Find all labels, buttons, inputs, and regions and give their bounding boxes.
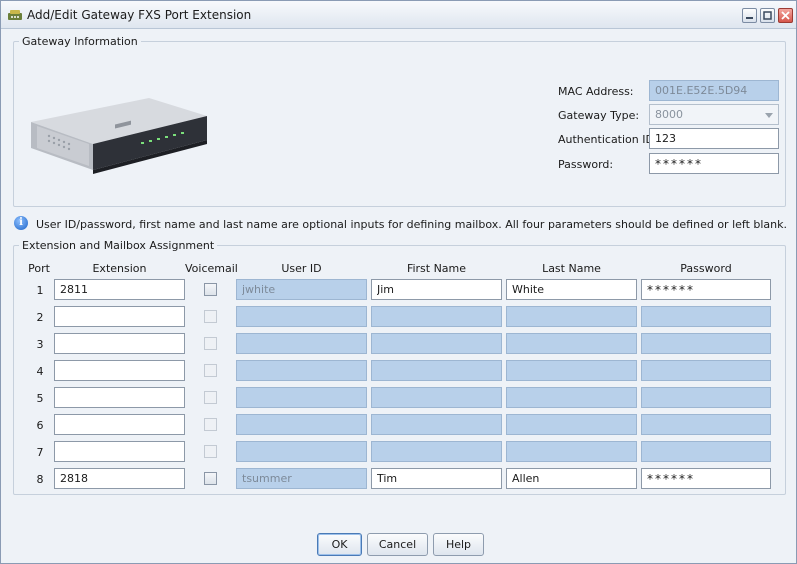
extension-field[interactable] xyxy=(54,414,185,435)
first-name-field xyxy=(371,333,502,354)
close-button[interactable] xyxy=(778,8,793,23)
help-button[interactable]: Help xyxy=(433,533,484,556)
title-bar[interactable]: Add/Edit Gateway FXS Port Extension xyxy=(1,1,796,29)
user-id-field xyxy=(236,279,367,300)
voicemail-checkbox xyxy=(204,418,217,431)
first-name-field xyxy=(371,387,502,408)
mac-address-field xyxy=(649,80,779,101)
close-icon xyxy=(781,11,790,20)
authentication-id-field[interactable] xyxy=(649,128,779,149)
minimize-button[interactable] xyxy=(742,8,757,23)
mailbox-password-field xyxy=(641,414,771,435)
extension-field[interactable] xyxy=(54,360,185,381)
last-name-field xyxy=(506,306,637,327)
maximize-icon xyxy=(763,11,772,20)
last-name-field[interactable] xyxy=(506,468,637,489)
column-header-extension: Extension xyxy=(92,262,147,275)
first-name-field xyxy=(371,306,502,327)
last-name-field[interactable] xyxy=(506,279,637,300)
port-number: 6 xyxy=(36,419,44,432)
column-header-first-name: First Name xyxy=(406,262,467,275)
mailbox-password-field[interactable] xyxy=(641,468,771,489)
window-title: Add/Edit Gateway FXS Port Extension xyxy=(27,8,252,22)
user-id-field xyxy=(236,360,367,381)
mailbox-password-field xyxy=(641,360,771,381)
gateway-type-select: 8000 xyxy=(649,104,779,125)
voicemail-checkbox xyxy=(204,391,217,404)
mailbox-password-field[interactable] xyxy=(641,279,771,300)
voicemail-checkbox xyxy=(204,337,217,350)
minimize-icon xyxy=(746,17,753,19)
first-name-field[interactable] xyxy=(371,468,502,489)
info-icon: i xyxy=(14,216,28,230)
last-name-field xyxy=(506,441,637,462)
gateway-type-value: 8000 xyxy=(655,108,683,121)
voicemail-checkbox xyxy=(204,310,217,323)
cancel-button[interactable]: Cancel xyxy=(367,533,428,556)
user-id-field xyxy=(236,306,367,327)
first-name-field xyxy=(371,360,502,381)
port-number: 7 xyxy=(36,446,44,459)
gateway-information-legend: Gateway Information xyxy=(19,35,141,48)
last-name-field xyxy=(506,360,637,381)
last-name-field xyxy=(506,387,637,408)
extension-assignment-legend: Extension and Mailbox Assignment xyxy=(19,239,218,252)
maximize-button[interactable] xyxy=(760,8,775,23)
first-name-field[interactable] xyxy=(371,279,502,300)
first-name-field xyxy=(371,441,502,462)
user-id-field xyxy=(236,387,367,408)
first-name-field xyxy=(371,414,502,435)
last-name-field xyxy=(506,414,637,435)
chevron-down-icon xyxy=(765,113,773,118)
gateway-phone-icon xyxy=(8,10,22,20)
voicemail-checkbox[interactable] xyxy=(204,472,217,485)
column-header-last-name: Last Name xyxy=(542,262,601,275)
column-header-user-id: User ID xyxy=(281,262,322,275)
extension-field[interactable] xyxy=(54,333,185,354)
port-number: 3 xyxy=(36,338,44,351)
port-number: 8 xyxy=(36,473,44,486)
gateway-type-label: Gateway Type: xyxy=(558,109,640,122)
extension-field[interactable] xyxy=(54,306,185,327)
info-message: User ID/password, first name and last na… xyxy=(36,218,788,231)
column-header-password: Password xyxy=(680,262,732,275)
user-id-field xyxy=(236,333,367,354)
mailbox-password-field xyxy=(641,306,771,327)
column-header-voicemail: Voicemail xyxy=(185,262,238,275)
voicemail-checkbox[interactable] xyxy=(204,283,217,296)
dialog-window: Add/Edit Gateway FXS Port Extension Gate… xyxy=(0,0,797,564)
voicemail-checkbox xyxy=(204,445,217,458)
gateway-device-image xyxy=(31,98,207,174)
extension-field[interactable] xyxy=(54,387,185,408)
user-id-field xyxy=(236,441,367,462)
user-id-field xyxy=(236,414,367,435)
last-name-field xyxy=(506,333,637,354)
password-label: Password: xyxy=(558,158,614,171)
port-number: 4 xyxy=(36,365,44,378)
gateway-password-field[interactable] xyxy=(649,153,779,174)
extension-field[interactable] xyxy=(54,279,185,300)
extension-field[interactable] xyxy=(54,441,185,462)
port-number: 5 xyxy=(36,392,44,405)
authentication-id-label: Authentication ID: xyxy=(558,133,658,146)
mailbox-password-field xyxy=(641,387,771,408)
column-header-port: Port xyxy=(28,262,50,275)
extension-field[interactable] xyxy=(54,468,185,489)
mailbox-password-field xyxy=(641,333,771,354)
mailbox-password-field xyxy=(641,441,771,462)
ok-button[interactable]: OK xyxy=(317,533,362,556)
mac-address-label: MAC Address: xyxy=(558,85,634,98)
voicemail-checkbox xyxy=(204,364,217,377)
port-number: 1 xyxy=(36,284,44,297)
user-id-field xyxy=(236,468,367,489)
port-number: 2 xyxy=(36,311,44,324)
